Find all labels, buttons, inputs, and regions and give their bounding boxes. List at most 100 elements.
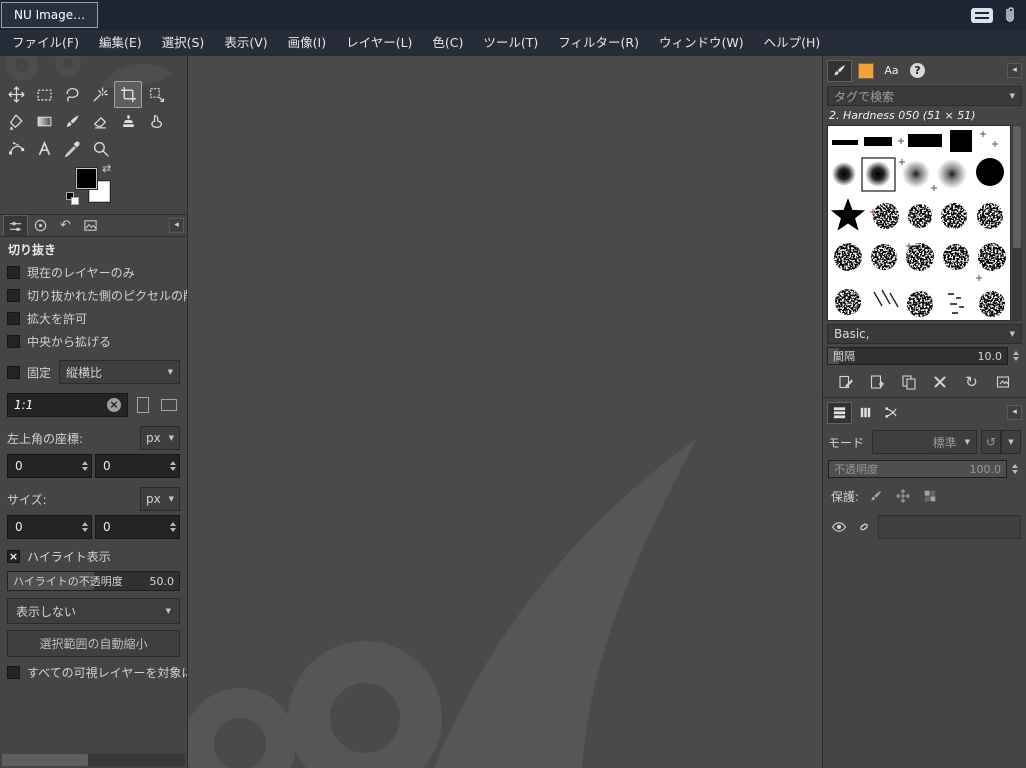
menu-image[interactable]: 画像(I) <box>278 30 336 56</box>
menu-layer[interactable]: レイヤー(L) <box>336 30 422 56</box>
spinner[interactable] <box>170 461 176 471</box>
position-x-input[interactable]: 0 <box>7 454 92 478</box>
fixed-dropdown[interactable]: 縦横比 ▼ <box>59 360 180 384</box>
bucket-fill-tool[interactable] <box>3 109 29 134</box>
tab-tool-options[interactable] <box>3 215 28 236</box>
tab-device-status[interactable] <box>28 215 53 236</box>
spin-up-icon[interactable] <box>1012 464 1018 468</box>
delete-brush-button[interactable] <box>929 372 951 392</box>
spin-down-icon[interactable] <box>170 528 176 532</box>
vscrollbar-thumb[interactable] <box>1013 126 1021 248</box>
paths-tool[interactable] <box>3 136 29 161</box>
fixed-checkbox[interactable] <box>7 365 20 379</box>
text-tool[interactable] <box>31 136 57 161</box>
brush-list-scrollbar[interactable] <box>1012 125 1022 321</box>
layer-mode-dropdown[interactable]: 標準 ▼ <box>872 430 977 454</box>
spin-up-icon[interactable] <box>170 522 176 526</box>
window-tab[interactable]: NU Image… <box>1 2 99 28</box>
swap-colors-icon[interactable]: ⇄ <box>102 163 111 175</box>
zoom-tool[interactable] <box>87 136 113 161</box>
tab-help[interactable]: ? <box>905 60 930 82</box>
option-shrink-merged[interactable]: すべての可視レイヤーを対象にす <box>0 661 187 684</box>
menu-file[interactable]: ファイル(F) <box>2 30 89 56</box>
mode-switch-button[interactable]: ↺ <box>981 430 1001 454</box>
aspect-ratio-input[interactable]: 1:1 × <box>7 393 128 417</box>
size-width-input[interactable]: 0 <box>7 515 92 539</box>
menu-help[interactable]: ヘルプ(H) <box>754 30 831 56</box>
spinner[interactable] <box>170 522 176 532</box>
duplicate-brush-button[interactable] <box>898 372 920 392</box>
lock-pixels-button[interactable] <box>866 487 886 505</box>
checkbox-unchecked[interactable] <box>7 666 20 679</box>
brush-spacing-slider[interactable]: 間隔 10.0 <box>827 347 1008 365</box>
window-list-button[interactable] <box>971 7 993 23</box>
menu-tools[interactable]: ツール(T) <box>473 30 548 56</box>
checkbox-unchecked[interactable] <box>7 335 20 348</box>
spin-down-icon[interactable] <box>82 467 88 471</box>
unified-transform-tool[interactable] <box>143 82 169 107</box>
guides-dropdown[interactable]: 表示しない ▼ <box>7 598 180 624</box>
spinner[interactable] <box>82 461 88 471</box>
size-height-input[interactable]: 0 <box>95 515 180 539</box>
hscrollbar-thumb[interactable] <box>2 754 88 766</box>
tab-patterns[interactable] <box>853 60 878 82</box>
landscape-orientation-button[interactable] <box>158 393 180 417</box>
option-allow-growing[interactable]: 拡大を許可 <box>0 307 187 330</box>
image-canvas[interactable] <box>188 56 822 768</box>
lock-alpha-button[interactable] <box>920 487 940 505</box>
new-brush-button[interactable] <box>866 372 888 392</box>
option-current-layer-only[interactable]: 現在のレイヤーのみ <box>0 261 187 284</box>
autoshrink-button[interactable]: 選択範囲の自動縮小 <box>7 630 180 657</box>
gradient-tool[interactable] <box>31 109 57 134</box>
lock-position-button[interactable] <box>893 487 913 505</box>
checkbox-unchecked[interactable] <box>7 289 20 302</box>
spin-down-icon[interactable] <box>170 467 176 471</box>
menu-edit[interactable]: 編集(E) <box>89 30 152 56</box>
spin-down-icon[interactable] <box>82 528 88 532</box>
menu-select[interactable]: 選択(S) <box>152 30 215 56</box>
default-colors-button[interactable] <box>66 192 80 206</box>
tab-brushes[interactable] <box>827 59 852 82</box>
layers-menu-button[interactable]: ◂ <box>1007 405 1022 420</box>
fuzzy-select-tool[interactable] <box>87 82 113 107</box>
option-delete-cropped-pixels[interactable]: 切り抜かれた側のピクセルの削除 <box>0 284 187 307</box>
tab-fonts[interactable]: Aa <box>879 60 904 82</box>
option-expand-from-center[interactable]: 中央から拡げる <box>0 330 187 353</box>
layer-opacity-slider[interactable]: 不透明度 100.0 <box>828 460 1007 478</box>
free-select-tool[interactable] <box>59 82 85 107</box>
eraser-tool[interactable] <box>87 109 113 134</box>
checkbox-unchecked[interactable] <box>7 266 20 279</box>
color-picker-tool[interactable] <box>59 136 85 161</box>
empty-layer-slot[interactable] <box>878 515 1021 539</box>
tab-paths[interactable] <box>879 402 904 424</box>
brush-spacing-spinner[interactable] <box>1010 351 1022 361</box>
spin-up-icon[interactable] <box>1013 351 1019 355</box>
spin-up-icon[interactable] <box>170 461 176 465</box>
mode-menu-button[interactable]: ▼ <box>1001 430 1021 454</box>
highlight-opacity-slider[interactable]: ハイライトの不透明度 50.0 <box>7 571 180 591</box>
highlight-checkbox-checked[interactable]: × <box>7 549 20 563</box>
clone-tool[interactable] <box>115 109 141 134</box>
layer-visibility-button[interactable] <box>828 516 850 538</box>
edit-brush-button[interactable] <box>835 372 857 392</box>
open-brush-as-image-button[interactable] <box>992 372 1014 392</box>
brushes-menu-button[interactable]: ◂ <box>1007 63 1022 78</box>
brush-grid[interactable] <box>827 125 1011 321</box>
tab-layers[interactable] <box>827 401 852 424</box>
spin-down-icon[interactable] <box>1012 470 1018 474</box>
refresh-brushes-button[interactable]: ↻ <box>961 372 983 392</box>
rectangle-select-tool[interactable] <box>31 82 57 107</box>
position-y-input[interactable]: 0 <box>95 454 180 478</box>
layer-opacity-spinner[interactable] <box>1009 464 1021 474</box>
tool-options-menu-button[interactable]: ◂ <box>169 218 184 233</box>
paintbrush-tool[interactable] <box>59 109 85 134</box>
spin-up-icon[interactable] <box>82 461 88 465</box>
tool-options-hscrollbar[interactable] <box>2 754 185 766</box>
highlight-row[interactable]: × ハイライト表示 <box>0 545 187 567</box>
smudge-tool[interactable] <box>143 109 169 134</box>
portrait-orientation-button[interactable] <box>132 393 154 417</box>
size-unit-dropdown[interactable]: px ▼ <box>140 487 180 511</box>
spinner[interactable] <box>82 522 88 532</box>
foreground-color-swatch[interactable] <box>76 168 97 189</box>
move-tool[interactable] <box>3 82 29 107</box>
